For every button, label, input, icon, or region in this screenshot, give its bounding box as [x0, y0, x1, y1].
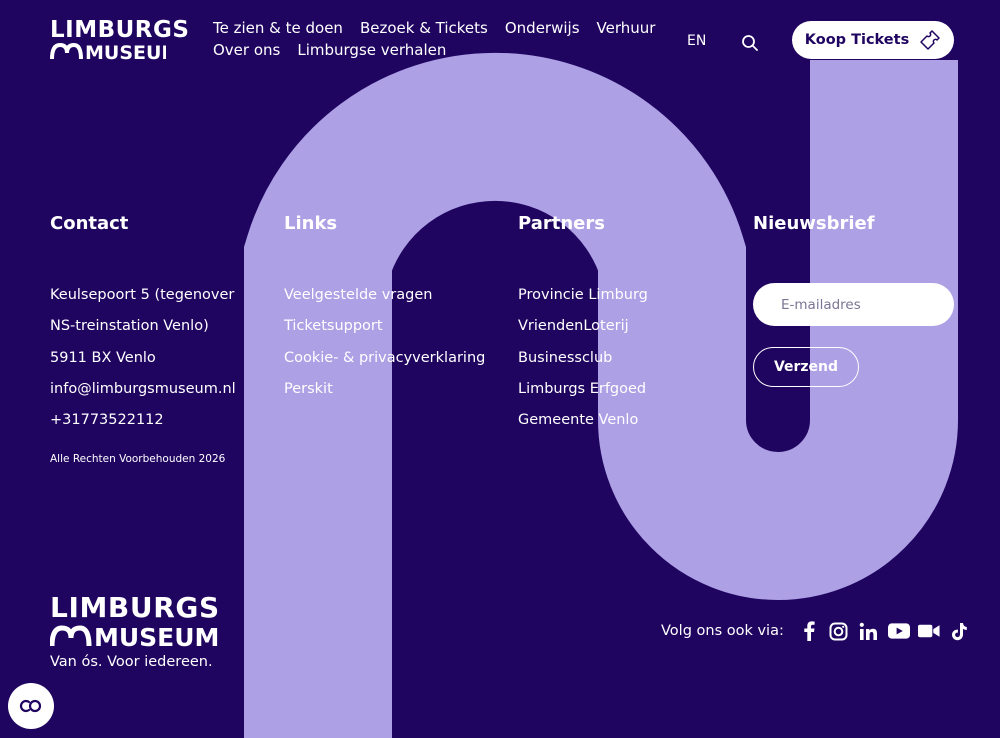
links-list: Veelgestelde vragen Ticketsupport Cookie…	[284, 280, 485, 405]
nav-row-2: Over ons Limburgse verhalen	[213, 40, 653, 60]
search-icon[interactable]	[740, 33, 760, 53]
buy-tickets-button[interactable]: Koop Tickets	[792, 21, 954, 59]
footer-logo-text-2: MUSEUM	[94, 623, 219, 648]
linkedin-icon[interactable]	[858, 620, 880, 642]
footer-logo-wave-mark: MUSEUM	[49, 623, 219, 652]
nav-item-limburgse-verhalen[interactable]: Limburgse verhalen	[297, 40, 446, 60]
partner-gemeente-venlo[interactable]: Gemeente Venlo	[518, 412, 638, 428]
partners-column: Partners Provincie Limburg VriendenLoter…	[518, 213, 648, 436]
contact-address-line-2: NS-treinstation Venlo)	[50, 318, 209, 335]
partner-vriendenloterij[interactable]: VriendenLoterij	[518, 318, 629, 334]
contact-address-line-1: Keulsepoort 5 (tegenover	[50, 287, 235, 303]
link-ticketsupport[interactable]: Ticketsupport	[284, 318, 383, 334]
copyright-text: Alle Rechten Voorbehouden 2026	[50, 453, 226, 465]
ticket-icon	[920, 30, 940, 50]
links-column: Links Veelgestelde vragen Ticketsupport …	[284, 213, 485, 405]
logo-wave-mark: MUSEUM	[50, 42, 166, 61]
contact-list: Keulsepoort 5 (tegenover NS-treinstation…	[50, 280, 236, 436]
link-faq[interactable]: Veelgestelde vragen	[284, 287, 432, 303]
newsletter-column: Nieuwsbrief	[753, 213, 875, 235]
video-icon[interactable]	[917, 620, 940, 642]
tiktok-icon[interactable]	[948, 620, 970, 642]
nav-item-over-ons[interactable]: Over ons	[213, 40, 280, 60]
link-perskit[interactable]: Perskit	[284, 381, 333, 397]
newsletter-email-input[interactable]	[753, 283, 954, 326]
partners-list: Provincie Limburg VriendenLoterij Busine…	[518, 280, 648, 436]
language-switch[interactable]: EN	[687, 32, 706, 50]
youtube-icon[interactable]	[887, 620, 910, 642]
nav-item-verhuur[interactable]: Verhuur	[597, 18, 656, 38]
footer-logo-text: LIMBURGS	[50, 591, 220, 624]
contact-email[interactable]: info@limburgsmuseum.nl	[50, 374, 236, 405]
partners-heading: Partners	[518, 213, 605, 234]
tagline: Van ós. Voor iedereen.	[50, 654, 213, 670]
contact-heading: Contact	[50, 213, 129, 234]
logo-text-2: MUSEUM	[85, 42, 166, 61]
nav-item-te-zien[interactable]: Te zien & te doen	[213, 18, 343, 38]
partner-provincie-limburg[interactable]: Provincie Limburg	[518, 287, 648, 303]
cookie-settings-icon[interactable]	[8, 683, 54, 729]
links-heading: Links	[284, 213, 338, 234]
instagram-icon[interactable]	[828, 620, 850, 642]
social-label: Volg ons ook via:	[661, 623, 784, 639]
nav-row-1: Te zien & te doen Bezoek & Tickets Onder…	[213, 18, 656, 38]
contact-postcode: 5911 BX Venlo	[50, 349, 156, 366]
contact-phone[interactable]: +31773522112	[50, 405, 236, 436]
partner-limburgs-erfgoed[interactable]: Limburgs Erfgoed	[518, 381, 646, 397]
link-privacy[interactable]: Cookie- & privacyverklaring	[284, 350, 485, 366]
contact-column: Contact Keulsepoort 5 (tegenover NS-trei…	[50, 213, 236, 436]
museum-logo[interactable]: LIMBURGS MUSEUM	[50, 17, 190, 62]
partner-businessclub[interactable]: Businessclub	[518, 350, 612, 366]
logo-text: LIMBURGS	[50, 17, 190, 43]
main-nav: Te zien & te doen Bezoek & Tickets Onder…	[213, 18, 656, 60]
newsletter-heading: Nieuwsbrief	[753, 213, 875, 234]
newsletter-submit-button[interactable]: Verzend	[753, 347, 859, 387]
buy-tickets-label: Koop Tickets	[804, 32, 910, 48]
nav-item-bezoek-tickets[interactable]: Bezoek & Tickets	[360, 18, 488, 38]
facebook-icon[interactable]	[798, 620, 820, 642]
nav-item-onderwijs[interactable]: Onderwijs	[505, 18, 580, 38]
social-links: Volg ons ook via:	[661, 620, 970, 642]
